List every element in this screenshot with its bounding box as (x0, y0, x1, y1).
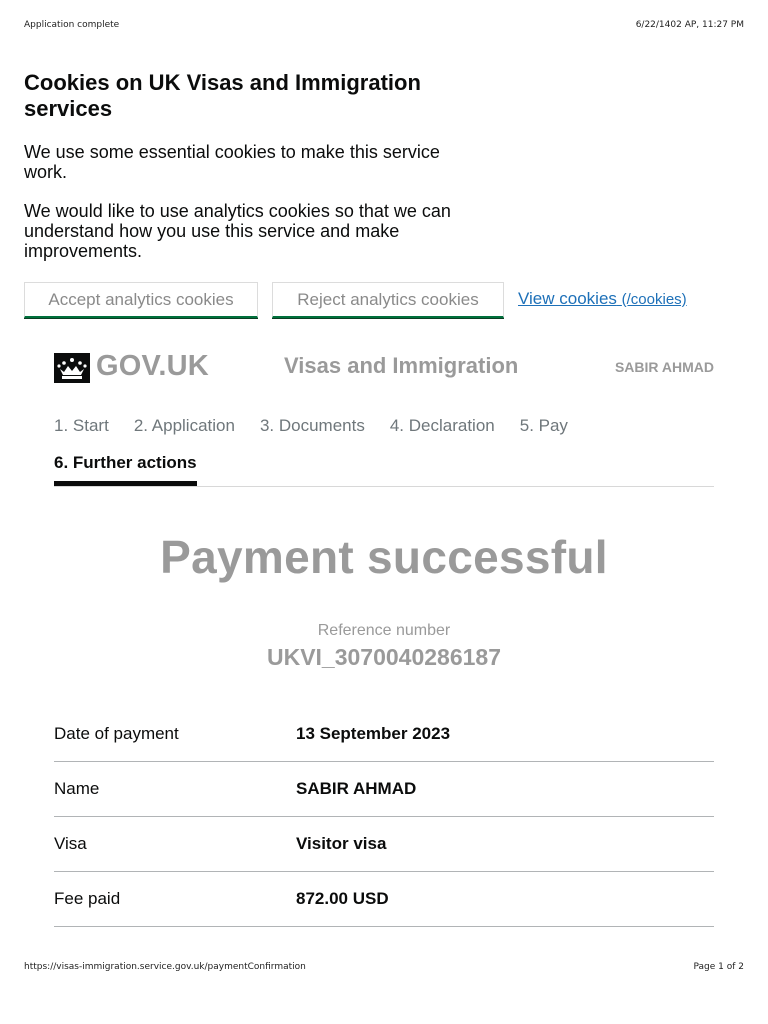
summary-key: Name (54, 779, 100, 798)
print-footer-page-number: Page 1 of 2 (693, 962, 745, 972)
steps-divider (54, 486, 714, 487)
reference-number-label: Reference number (317, 622, 451, 639)
summary-value: 872.00 USD (296, 889, 389, 908)
print-header-title: Application complete (24, 20, 120, 30)
cookie-analytics-text: We would like to use analytics cookies s… (24, 201, 451, 261)
view-cookies-link-href: (/cookies) (621, 291, 687, 308)
summary-row-date-of-payment: Date of payment 13 September 2023 (54, 707, 714, 762)
summary-row-name: Name SABIR AHMAD (54, 762, 714, 817)
reference-number-value: UKVI_3070040286187 (266, 644, 502, 670)
step-declaration[interactable]: 4. Declaration (390, 416, 495, 436)
summary-key: Visa (54, 834, 87, 853)
cookie-banner-title: Cookies on UK Visas and Immigration serv… (24, 70, 421, 121)
step-application[interactable]: 2. Application (134, 416, 235, 436)
page-title: Payment successful (160, 531, 608, 583)
summary-key: Fee paid (54, 889, 121, 908)
summary-value: SABIR AHMAD (296, 779, 417, 798)
cookie-essential-text: We use some essential cookies to make th… (24, 142, 440, 182)
summary-row-visa: Visa Visitor visa (54, 817, 714, 872)
view-cookies-link-label: View cookies (518, 289, 617, 308)
govuk-home-link[interactable]: GOV.UK (96, 350, 209, 383)
print-header-datetime: 6/22/1402 AP, 11:27 PM (635, 20, 744, 30)
print-footer-url: https://visas-immigration.service.gov.uk… (24, 962, 306, 972)
summary-row-fee-paid: Fee paid 872.00 USD (54, 872, 714, 927)
step-pay[interactable]: 5. Pay (520, 416, 568, 436)
summary-value: 13 September 2023 (296, 724, 451, 743)
summary-value: Visitor visa (296, 834, 387, 853)
accept-analytics-cookies-button[interactable]: Accept analytics cookies (24, 282, 258, 318)
site-header: GOV.UK Visas and Immigration SABIR AHMAD (54, 350, 714, 386)
service-name-link[interactable]: Visas and Immigration (284, 353, 518, 379)
application-steps-nav: 1. Start 2. Application 3. Documents 4. … (54, 416, 714, 486)
step-start[interactable]: 1. Start (54, 416, 109, 436)
summary-key: Date of payment (54, 724, 179, 743)
cookie-button-group: Accept analytics cookies Reject analytic… (24, 282, 687, 318)
step-documents[interactable]: 3. Documents (260, 416, 365, 436)
step-further-actions-active[interactable]: 6. Further actions (54, 453, 197, 486)
crown-icon (54, 353, 90, 383)
view-cookies-link[interactable]: View cookies (/cookies) (518, 289, 687, 309)
reject-analytics-cookies-button[interactable]: Reject analytics cookies (272, 282, 504, 318)
cookie-banner: Cookies on UK Visas and Immigration serv… (24, 70, 504, 261)
payment-summary-list: Date of payment 13 September 2023 Name S… (54, 707, 714, 927)
signed-in-user-name: SABIR AHMAD (614, 359, 714, 375)
